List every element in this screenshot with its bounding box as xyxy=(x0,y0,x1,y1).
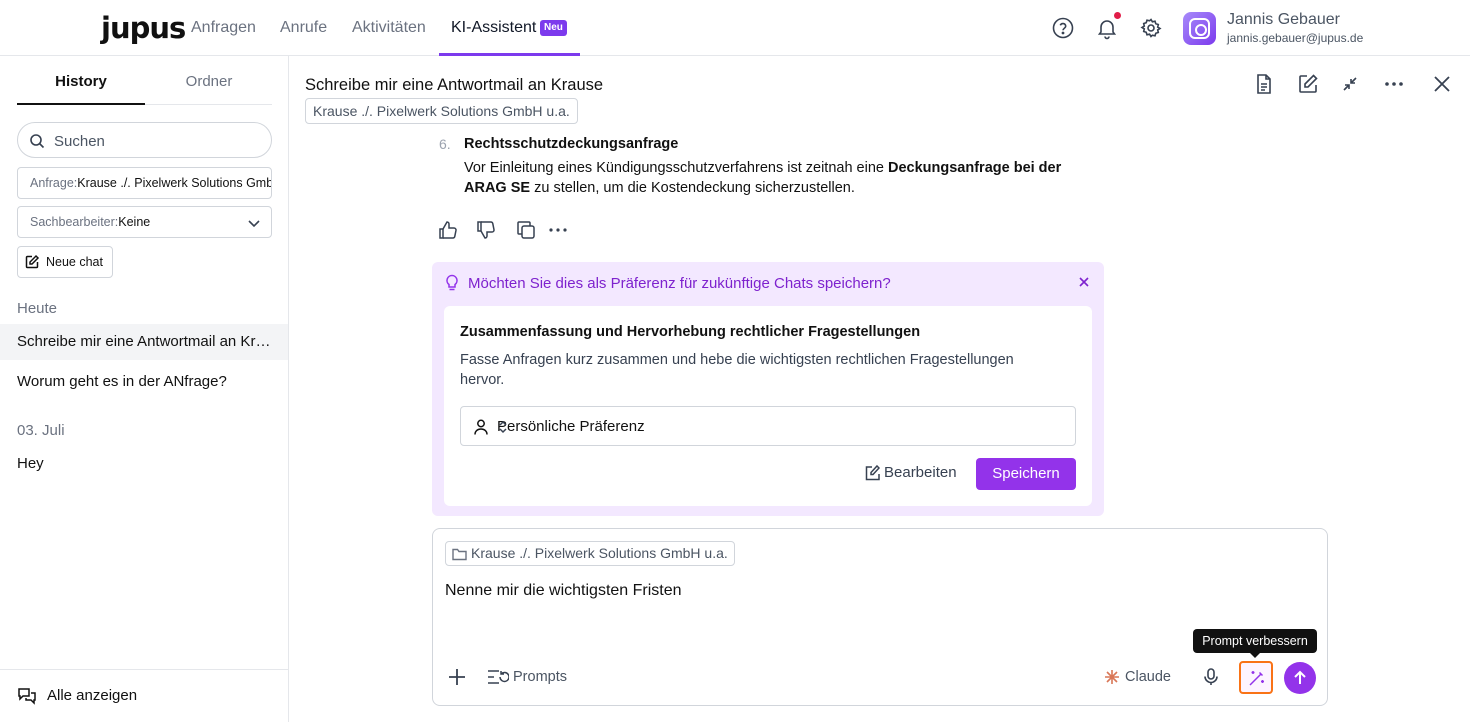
prompts-label: Prompts xyxy=(513,669,567,685)
magic-wand-icon xyxy=(1248,669,1266,687)
preference-question: Möchten Sie dies als Präferenz für zukün… xyxy=(468,275,891,292)
preference-scope-select[interactable]: Persönliche Präferenz xyxy=(460,406,1076,446)
case-chip[interactable]: Krause ./. Pixelwerk Solutions GmbH u.a. xyxy=(305,98,578,124)
inquiry-filter-value: Krause ./. Pixelwerk Solutions GmbH u.a. xyxy=(77,176,271,190)
preference-suggestion-card: Möchten Sie dies als Präferenz für zukün… xyxy=(432,262,1104,516)
context-chip[interactable]: Krause ./. Pixelwerk Solutions GmbH u.a. xyxy=(445,541,735,566)
inquiry-filter-label: Anfrage: xyxy=(30,176,78,190)
search-icon xyxy=(29,133,45,149)
preference-description: Fasse Anfragen kurz zusammen und hebe di… xyxy=(460,352,1014,388)
list-item-heading: Rechtsschutzdeckungsanfrage xyxy=(464,136,679,152)
edit-icon xyxy=(24,254,40,270)
agent-filter[interactable]: Sachbearbeiter:Keine xyxy=(17,206,272,238)
document-icon[interactable] xyxy=(1252,72,1276,96)
agent-filter-value: Keine xyxy=(118,215,151,229)
edit-preference-label: Bearbeiten xyxy=(884,464,957,481)
context-chip-label: Krause ./. Pixelwerk Solutions GmbH u.a. xyxy=(471,545,728,561)
preference-title: Zusammenfassung und Hervorhebung rechtli… xyxy=(460,324,921,340)
chevron-up-down-icon xyxy=(497,419,1062,435)
arrow-up-icon xyxy=(1291,669,1309,687)
new-badge: Neu xyxy=(540,20,567,36)
folder-icon xyxy=(452,547,467,561)
user-icon xyxy=(473,418,489,436)
preference-details: Zusammenfassung und Hervorhebung rechtli… xyxy=(444,306,1092,506)
copy-icon[interactable] xyxy=(515,219,537,241)
help-icon[interactable] xyxy=(1051,16,1075,40)
close-icon[interactable] xyxy=(1077,275,1091,289)
more-options-icon[interactable] xyxy=(1382,72,1406,96)
conversation-item[interactable]: Worum geht es in der ANfrage? xyxy=(0,364,288,400)
group-title-date: 03. Juli xyxy=(17,422,65,439)
more-options-icon[interactable] xyxy=(547,219,569,241)
inquiry-filter[interactable]: Anfrage:Krause ./. Pixelwerk Solutions G… xyxy=(17,167,272,199)
composer-input[interactable]: Nenne mir die wichtigsten Fristen xyxy=(445,581,682,601)
chat-title: Schreibe mir eine Antwortmail an Krause xyxy=(305,76,604,94)
bell-icon[interactable] xyxy=(1095,16,1119,40)
tab-ordner[interactable]: Ordner xyxy=(145,73,273,91)
settings-gear-icon[interactable] xyxy=(1139,16,1163,40)
conversation-item[interactable]: Schreibe mir eine Antwortmail an Krause xyxy=(0,324,288,360)
history-sidebar: History Ordner Anfrage:Krause ./. Pixelw… xyxy=(0,56,289,722)
new-chat-button[interactable]: Neue chat xyxy=(17,246,113,278)
conversation-item[interactable]: Hey xyxy=(0,446,288,482)
list-item-body: Vor Einleitung eines Kündigungsschutzver… xyxy=(464,158,1084,198)
model-name: Claude xyxy=(1125,669,1171,685)
send-button[interactable] xyxy=(1284,662,1316,694)
list-item-body-text: Vor Einleitung eines Kündigungsschutzver… xyxy=(464,160,888,176)
top-navigation: jupus Anfragen Anrufe Aktivitäten KI-Ass… xyxy=(0,0,1470,56)
collapse-icon[interactable] xyxy=(1338,72,1362,96)
nav-aktivitaeten[interactable]: Aktivitäten xyxy=(352,18,426,38)
user-avatar[interactable] xyxy=(1183,12,1216,45)
show-all-button[interactable]: Alle anzeigen xyxy=(0,669,288,722)
chat-bubbles-icon xyxy=(17,686,37,706)
history-search[interactable] xyxy=(17,122,272,158)
user-name[interactable]: Jannis Gebauer xyxy=(1227,11,1340,29)
claude-spark-icon xyxy=(1104,669,1120,685)
message-composer: Krause ./. Pixelwerk Solutions GmbH u.a.… xyxy=(432,528,1328,706)
nav-ki-assistent[interactable]: KI-Assistent xyxy=(451,18,536,38)
close-icon[interactable] xyxy=(1430,72,1454,96)
list-item-body-text: zu stellen, um die Kostendeckung sicherz… xyxy=(530,180,855,196)
active-tab-indicator xyxy=(17,103,145,105)
search-input[interactable] xyxy=(54,131,254,151)
microphone-icon[interactable] xyxy=(1201,667,1221,687)
show-all-label: Alle anzeigen xyxy=(47,687,138,704)
agent-filter-label: Sachbearbeiter: xyxy=(30,215,119,229)
nav-anrufe[interactable]: Anrufe xyxy=(280,18,327,38)
jupus-logo[interactable]: jupus xyxy=(101,12,186,44)
prompt-list-icon xyxy=(487,668,509,686)
tab-history[interactable]: History xyxy=(17,73,145,91)
active-nav-indicator xyxy=(439,53,580,56)
thumbs-down-icon[interactable] xyxy=(475,219,497,241)
add-attachment-icon[interactable] xyxy=(446,666,468,688)
improve-prompt-tooltip: Prompt verbessern xyxy=(1193,629,1317,658)
nav-anfragen[interactable]: Anfragen xyxy=(191,18,256,38)
new-chat-label: Neue chat xyxy=(46,255,103,269)
user-email: jannis.gebauer@jupus.de xyxy=(1227,31,1364,45)
thumbs-up-icon[interactable] xyxy=(437,219,459,241)
edit-icon xyxy=(864,464,880,482)
save-preference-button[interactable]: Speichern xyxy=(976,458,1076,490)
improve-prompt-button[interactable] xyxy=(1239,661,1273,694)
edit-icon[interactable] xyxy=(1296,72,1320,96)
list-item-number: 6. xyxy=(439,136,451,152)
group-title-today: Heute xyxy=(17,300,58,317)
notification-dot xyxy=(1114,12,1121,19)
lightbulb-icon xyxy=(444,274,460,292)
chevron-down-icon xyxy=(247,216,261,230)
